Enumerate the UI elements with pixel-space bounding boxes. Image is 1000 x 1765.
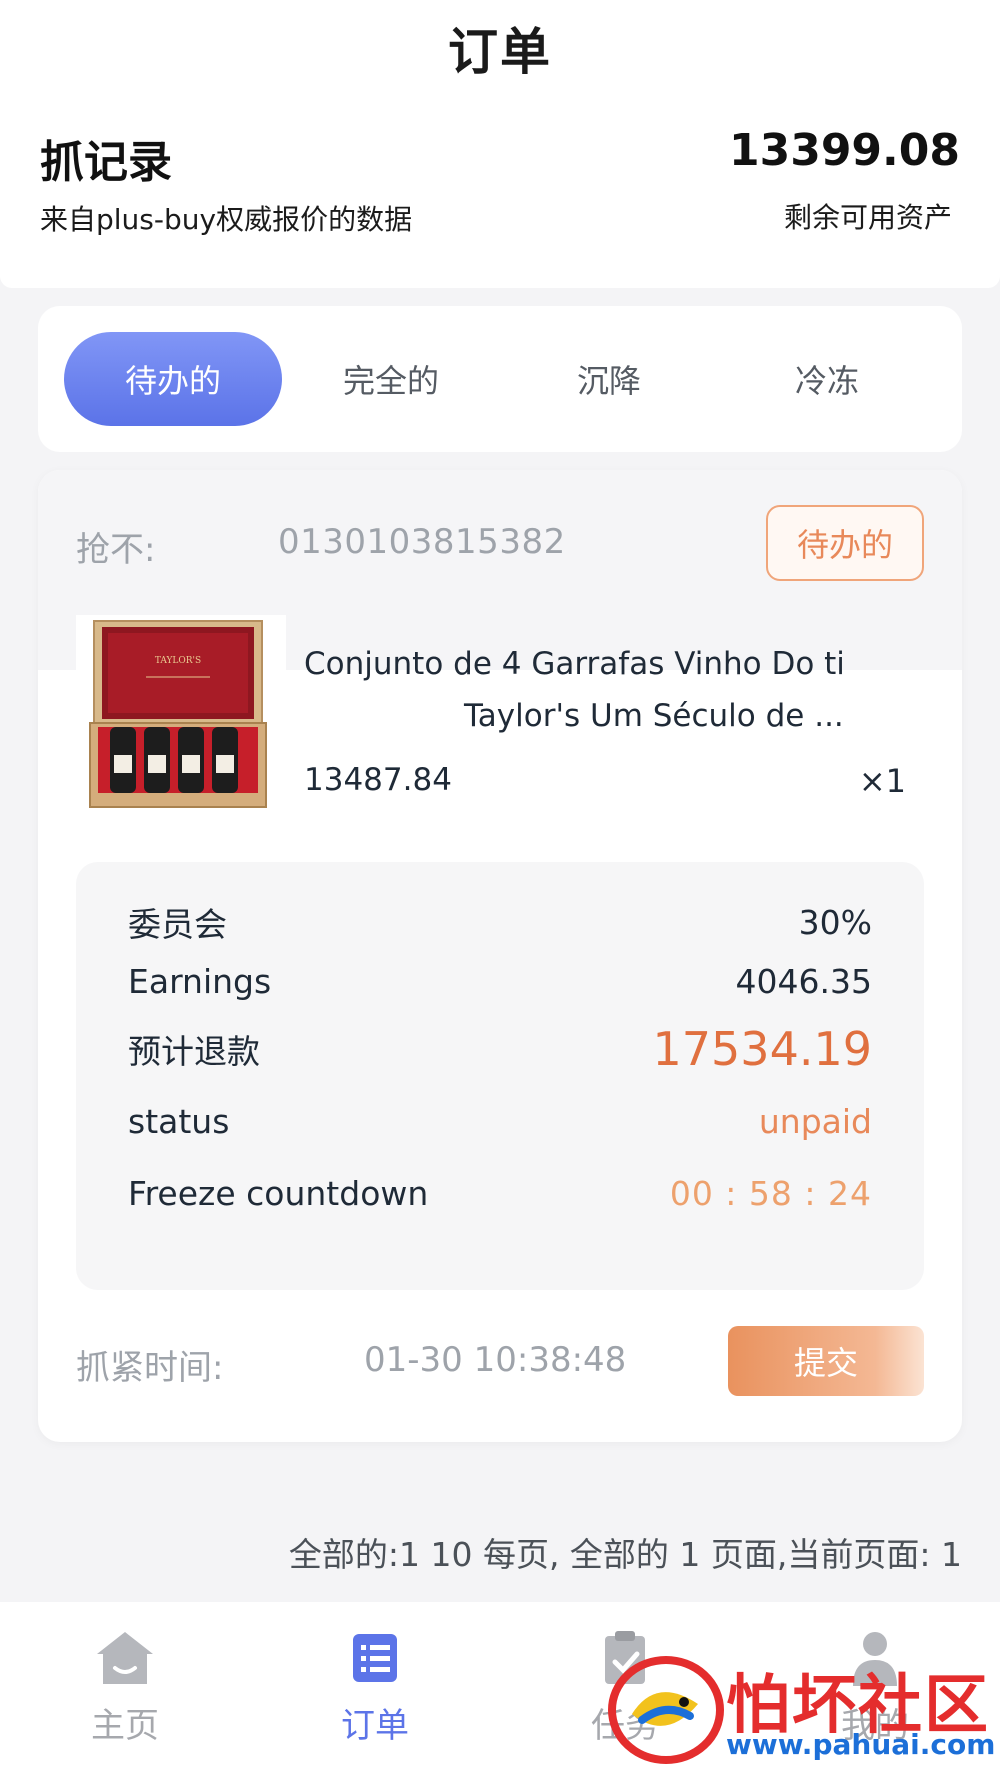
watermark-url: www.pahuai.com	[726, 1728, 996, 1761]
refund-row: 预计退款 17534.19	[128, 1022, 872, 1076]
balance-label: 剩余可用资产	[783, 201, 952, 234]
watermark-logo-icon	[608, 1656, 724, 1764]
pagination-info: 全部的:1 10 每页, 全部的 1 页面,当前页面: 1	[288, 1535, 962, 1574]
status-label: status	[128, 1102, 230, 1141]
tab-settled[interactable]: 沉降	[500, 332, 718, 426]
nav-home-label: 主页	[91, 1706, 159, 1746]
earnings-label: Earnings	[128, 962, 272, 1001]
tab-frozen[interactable]: 冷冻	[718, 332, 936, 426]
records-subtitle: 来自plus-buy权威报价的数据	[40, 203, 413, 236]
page-title: 订单	[448, 23, 552, 81]
home-icon	[97, 1632, 153, 1684]
tab-completed[interactable]: 完全的	[282, 332, 500, 426]
product-name-line-2: Taylor's Um Século de ...	[464, 698, 844, 734]
product-price: 13487.84	[304, 762, 452, 798]
earnings-value: 4046.35	[735, 962, 872, 1001]
submit-button[interactable]: 提交	[728, 1326, 924, 1396]
countdown-label: Freeze countdown	[128, 1174, 429, 1213]
order-number-label: 抢不:	[76, 530, 156, 570]
grab-time-label: 抓紧时间:	[76, 1348, 224, 1388]
brand-label: TAYLOR'S	[155, 656, 201, 666]
status-value: unpaid	[758, 1102, 872, 1141]
status-badge: 待办的	[766, 505, 924, 581]
product-name[interactable]: Conjunto de 4 Garrafas Vinho Do ti Taylo…	[304, 638, 928, 742]
nav-orders[interactable]: 订单	[250, 1602, 500, 1765]
records-title: 抓记录	[40, 137, 172, 188]
countdown-value: 00 : 58 : 24	[669, 1174, 872, 1213]
balance-amount: 13399.08	[728, 125, 960, 176]
watermark: 怕坏社区 www.pahuai.com	[606, 1650, 1000, 1765]
status-row: status unpaid	[128, 1102, 872, 1141]
refund-value: 17534.19	[652, 1022, 873, 1076]
product-quantity: ×1	[858, 762, 906, 800]
earnings-row: Earnings 4046.35	[128, 962, 872, 1001]
header: 订单 抓记录 来自plus-buy权威报价的数据 13399.08 剩余可用资产	[0, 0, 1000, 288]
nav-home[interactable]: 主页	[0, 1602, 250, 1765]
product-name-line-1: Conjunto de 4 Garrafas Vinho Do ti	[304, 646, 845, 682]
countdown-row: Freeze countdown 00 : 58 : 24	[128, 1174, 872, 1213]
tab-pending[interactable]: 待办的	[64, 332, 282, 426]
orders-list-icon	[353, 1634, 397, 1682]
grab-time: 01-30 10:38:48	[364, 1340, 627, 1380]
order-number: 0130103815382	[278, 522, 566, 562]
nav-orders-label: 订单	[341, 1706, 409, 1746]
commission-row: 委员会 30%	[128, 898, 872, 946]
refund-label: 预计退款	[128, 1032, 260, 1071]
commission-label: 委员会	[128, 905, 227, 944]
product-image: TAYLOR'S	[76, 615, 286, 815]
status-tabs: 待办的 完全的 沉降 冷冻	[38, 306, 962, 452]
commission-value: 30%	[798, 902, 872, 942]
order-card: 抢不: 0130103815382 待办的 TAYLOR'S Conjunto …	[38, 470, 962, 1442]
order-details: 委员会 30% Earnings 4046.35 预计退款 17534.19 s…	[76, 862, 924, 1290]
